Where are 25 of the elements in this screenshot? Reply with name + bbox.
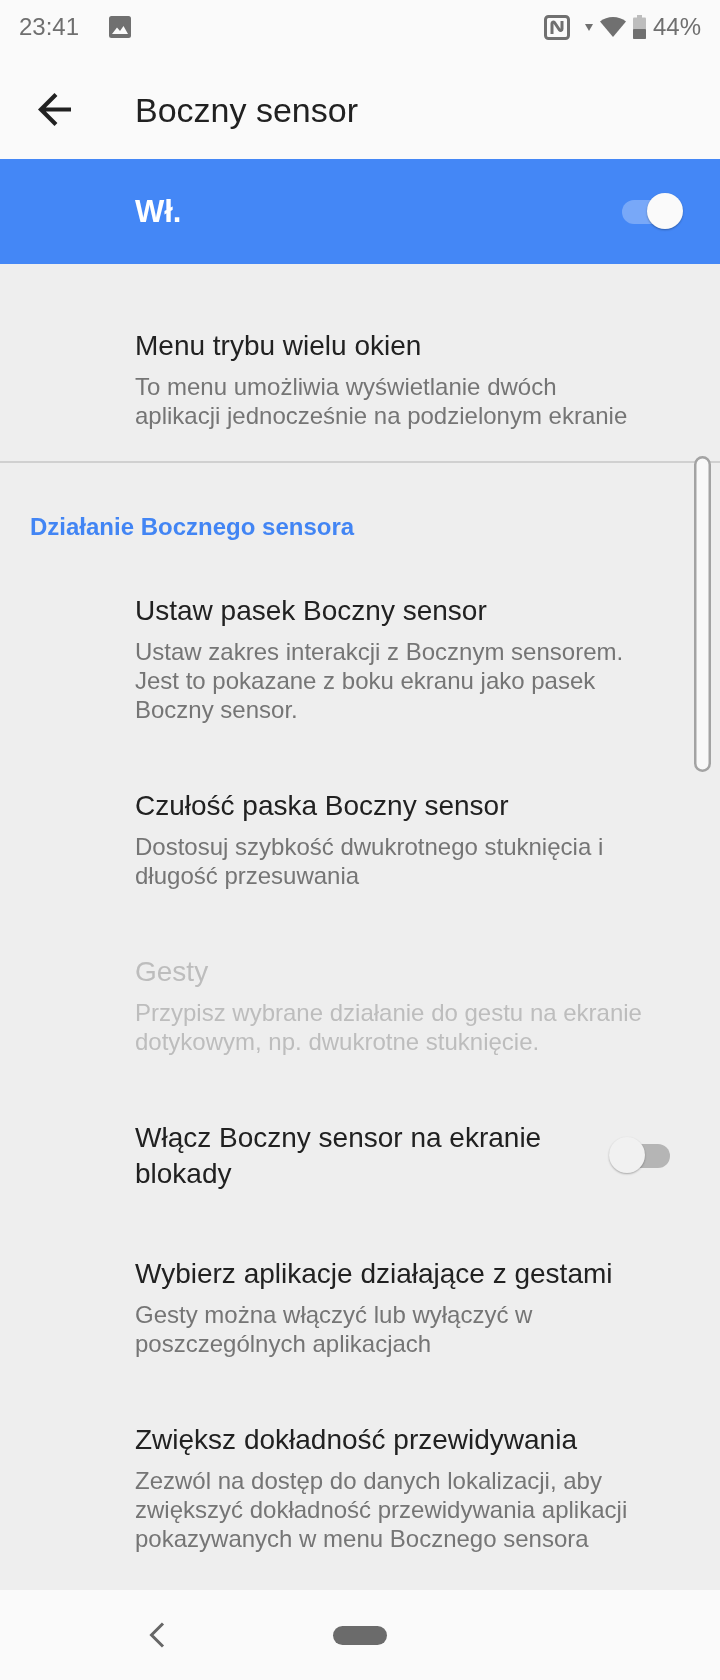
setting-title[interactable]: Zwiększ dokładność przewidywania <box>135 1422 577 1458</box>
wifi-icon <box>599 17 626 37</box>
image-icon <box>109 16 132 38</box>
setting-description: To menu umożliwia wyświetlanie dwóch aplikacji jednocześnie na podzielonym ekranie <box>135 372 628 430</box>
setting-title[interactable]: Wybierz aplikacje działające z gestami <box>135 1256 613 1292</box>
switch-label: Wł. <box>135 193 182 230</box>
battery-icon <box>632 15 646 39</box>
setting-description: Ustaw zakres interakcji z Bocznym sensorem. Jest to pokazane z boku ekranu jako pasek Boczny sensor. <box>135 637 624 724</box>
status-time: 23:41 <box>19 13 80 41</box>
setting-description: Dostosuj szybkość dwukrotnego stuknięcia i długość przesuwania <box>135 832 604 890</box>
section-header: Działanie Bocznego sensora <box>30 512 355 542</box>
chevron-left-icon <box>149 1622 165 1648</box>
scrollbar[interactable] <box>694 456 711 772</box>
home-button[interactable] <box>333 1625 387 1645</box>
setting-title[interactable]: Menu trybu wielu okien <box>135 328 422 364</box>
nfc-icon <box>543 14 570 40</box>
arrow-left-icon <box>37 93 71 126</box>
setting-description: Zezwól na dostęp do danych lokalizacji, aby zwiększyć dokładność przewidywania aplikacji pokazywanych w menu Bocznego sensora <box>135 1466 628 1553</box>
page-title: Boczny sensor <box>135 89 358 130</box>
setting-description: Gesty można włączyć lub wyłączyć w poszczególnych aplikacjach <box>135 1300 533 1358</box>
setting-title[interactable]: Czułość paska Boczny sensor <box>135 788 509 824</box>
battery-percentage: 44% <box>652 13 701 41</box>
triangle-down-icon <box>584 23 593 31</box>
setting-title[interactable]: Włącz Boczny sensor na ekranie blokady <box>135 1120 542 1192</box>
setting-title[interactable]: Ustaw pasek Boczny sensor <box>135 593 487 629</box>
